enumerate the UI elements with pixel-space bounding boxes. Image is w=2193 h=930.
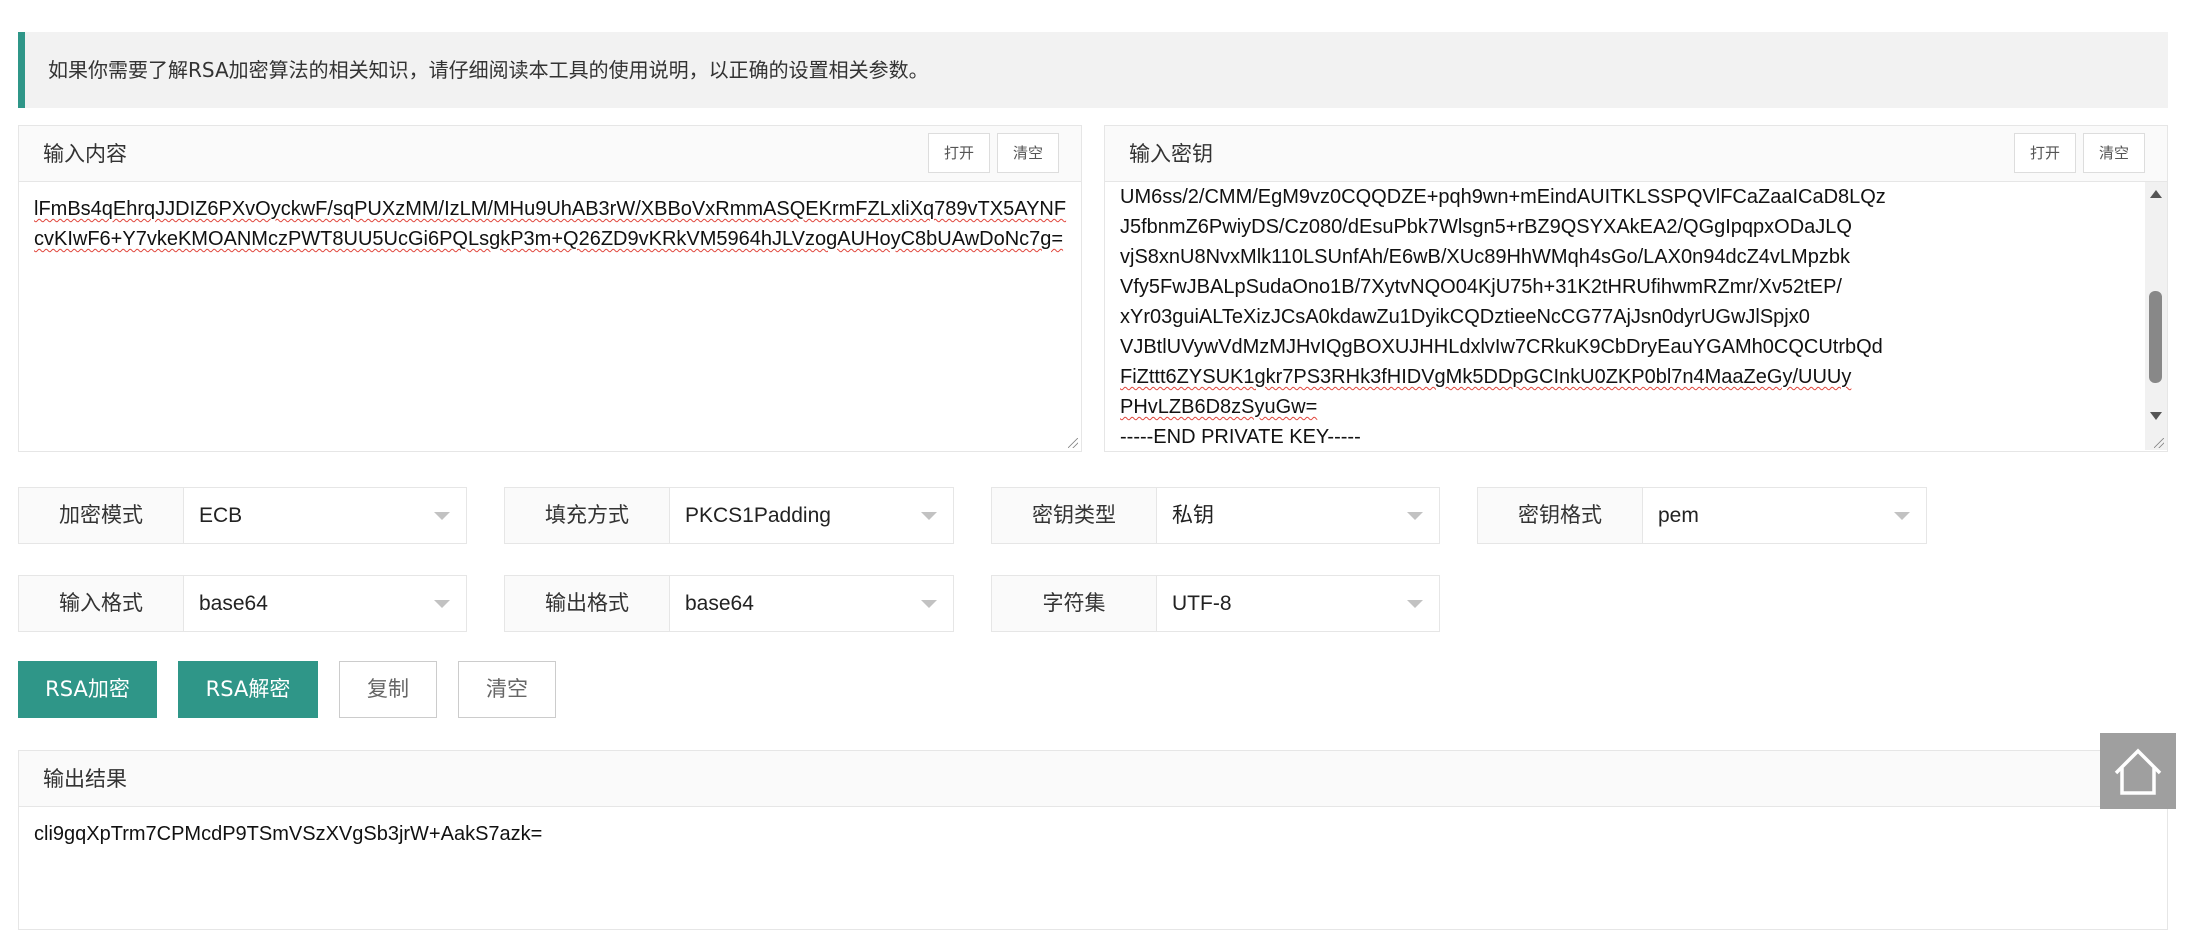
key-format-select[interactable]: 密钥格式 pem: [1477, 487, 1927, 544]
input-format-select[interactable]: 输入格式 base64: [18, 575, 467, 632]
key-panel-title: 输入密钥: [1129, 142, 1213, 166]
key-clear-button[interactable]: 清空: [2083, 133, 2145, 173]
home-icon: [2114, 748, 2162, 795]
scroll-down-arrow-icon[interactable]: [2150, 412, 2162, 420]
key-type-value: 私钥: [1172, 504, 1214, 527]
output-panel-title: 输出结果: [43, 767, 127, 791]
key-scrollbar[interactable]: [2145, 182, 2167, 450]
key-textarea[interactable]: UM6ss/2/CMM/EgM9vz0CQQDZE+pqh9wn+mEindAU…: [1105, 182, 2167, 451]
key-line: J5fbnmZ6PwiyDS/Cz080/dEsuPbk7Wlsgn5+rBZ9…: [1120, 216, 1852, 238]
key-format-value: pem: [1658, 504, 1699, 527]
input-textarea[interactable]: lFmBs4qEhrqJJDIZ6PXvOyckwF/sqPUXzMM/IzLM…: [19, 182, 1081, 451]
charset-value: UTF-8: [1172, 592, 1232, 615]
resize-handle[interactable]: [1068, 438, 1078, 448]
padding-select[interactable]: 填充方式 PKCS1Padding: [504, 487, 954, 544]
key-line: FiZttt6ZYSUK1gkr7PS3RHk3fHIDVgMk5DDpGCIn…: [1120, 366, 1852, 388]
output-format-label: 输出格式: [505, 576, 670, 631]
mode-select[interactable]: 加密模式 ECB: [18, 487, 467, 544]
mode-value: ECB: [199, 504, 243, 527]
input-format-label: 输入格式: [19, 576, 184, 631]
input-panel-title: 输入内容: [43, 142, 127, 166]
key-format-label: 密钥格式: [1478, 488, 1643, 543]
key-type-select[interactable]: 密钥类型 私钥: [991, 487, 1440, 544]
key-line: Vfy5FwJBALpSudaOno1B/7XytvNQO04KjU75h+31…: [1120, 276, 1842, 298]
key-line: VJBtlUVywVdMzMJHvIQgBOXUJHHLdxlvIw7CRkuK…: [1120, 336, 1883, 358]
mode-label: 加密模式: [19, 488, 184, 543]
scroll-thumb[interactable]: [2149, 291, 2162, 383]
input-panel-header: 输入内容 打开 清空: [19, 126, 1081, 182]
key-line: PHvLZB6D8zSyuGw=: [1120, 396, 1318, 418]
output-textarea[interactable]: cli9gqXpTrm7CPMcdP9TSmVSzXVgSb3jrW+AakS7…: [19, 807, 2167, 929]
notice-text: 如果你需要了解RSA加密算法的相关知识，请仔细阅读本工具的使用说明，以正确的设置…: [48, 58, 929, 82]
clear-all-button[interactable]: 清空: [458, 661, 556, 718]
chevron-down-icon: [1894, 512, 1910, 520]
key-open-button[interactable]: 打开: [2014, 133, 2076, 173]
chevron-down-icon: [1407, 512, 1423, 520]
output-panel-header: 输出结果: [19, 751, 2167, 807]
output-format-select[interactable]: 输出格式 base64: [504, 575, 954, 632]
decrypt-button[interactable]: RSA解密: [178, 661, 318, 718]
scroll-up-arrow-icon[interactable]: [2150, 190, 2162, 198]
key-text: UM6ss/2/CMM/EgM9vz0CQQDZE+pqh9wn+mEindAU…: [1120, 182, 2127, 450]
padding-value: PKCS1Padding: [685, 504, 831, 527]
input-format-value: base64: [199, 592, 268, 615]
charset-select[interactable]: 字符集 UTF-8: [991, 575, 1440, 632]
resize-handle[interactable]: [2154, 438, 2164, 448]
output-text: cli9gqXpTrm7CPMcdP9TSmVSzXVgSb3jrW+AakS7…: [34, 823, 543, 845]
chevron-down-icon: [434, 600, 450, 608]
key-panel-header: 输入密钥 打开 清空: [1105, 126, 2167, 182]
encrypt-button[interactable]: RSA加密: [18, 661, 157, 718]
key-line: vjS8xnU8NvxMlk110LSUnfAh/E6wB/XUc89HhWMq…: [1120, 246, 1850, 268]
chevron-down-icon: [921, 512, 937, 520]
key-line: -----END PRIVATE KEY-----: [1120, 426, 1361, 448]
output-format-value: base64: [685, 592, 754, 615]
input-panel: 输入内容 打开 清空 lFmBs4qEhrqJJDIZ6PXvOyckwF/sq…: [18, 125, 1082, 452]
key-line: xYr03guiALTeXizJCsA0kdawZu1DyikCQDztieeN…: [1120, 306, 1810, 328]
input-text: lFmBs4qEhrqJJDIZ6PXvOyckwF/sqPUXzMM/IzLM…: [34, 198, 1067, 250]
back-to-top-button[interactable]: [2100, 733, 2176, 809]
input-open-button[interactable]: 打开: [928, 133, 990, 173]
copy-button[interactable]: 复制: [339, 661, 437, 718]
key-panel: 输入密钥 打开 清空 UM6ss/2/CMM/EgM9vz0CQQDZE+pqh…: [1104, 125, 2168, 452]
chevron-down-icon: [1407, 600, 1423, 608]
input-clear-button[interactable]: 清空: [997, 133, 1059, 173]
key-line: UM6ss/2/CMM/EgM9vz0CQQDZE+pqh9wn+mEindAU…: [1120, 186, 1886, 208]
output-panel: 输出结果 cli9gqXpTrm7CPMcdP9TSmVSzXVgSb3jrW+…: [18, 750, 2168, 930]
charset-label: 字符集: [992, 576, 1157, 631]
key-type-label: 密钥类型: [992, 488, 1157, 543]
chevron-down-icon: [434, 512, 450, 520]
notice-bar: 如果你需要了解RSA加密算法的相关知识，请仔细阅读本工具的使用说明，以正确的设置…: [18, 32, 2168, 108]
padding-label: 填充方式: [505, 488, 670, 543]
chevron-down-icon: [921, 600, 937, 608]
